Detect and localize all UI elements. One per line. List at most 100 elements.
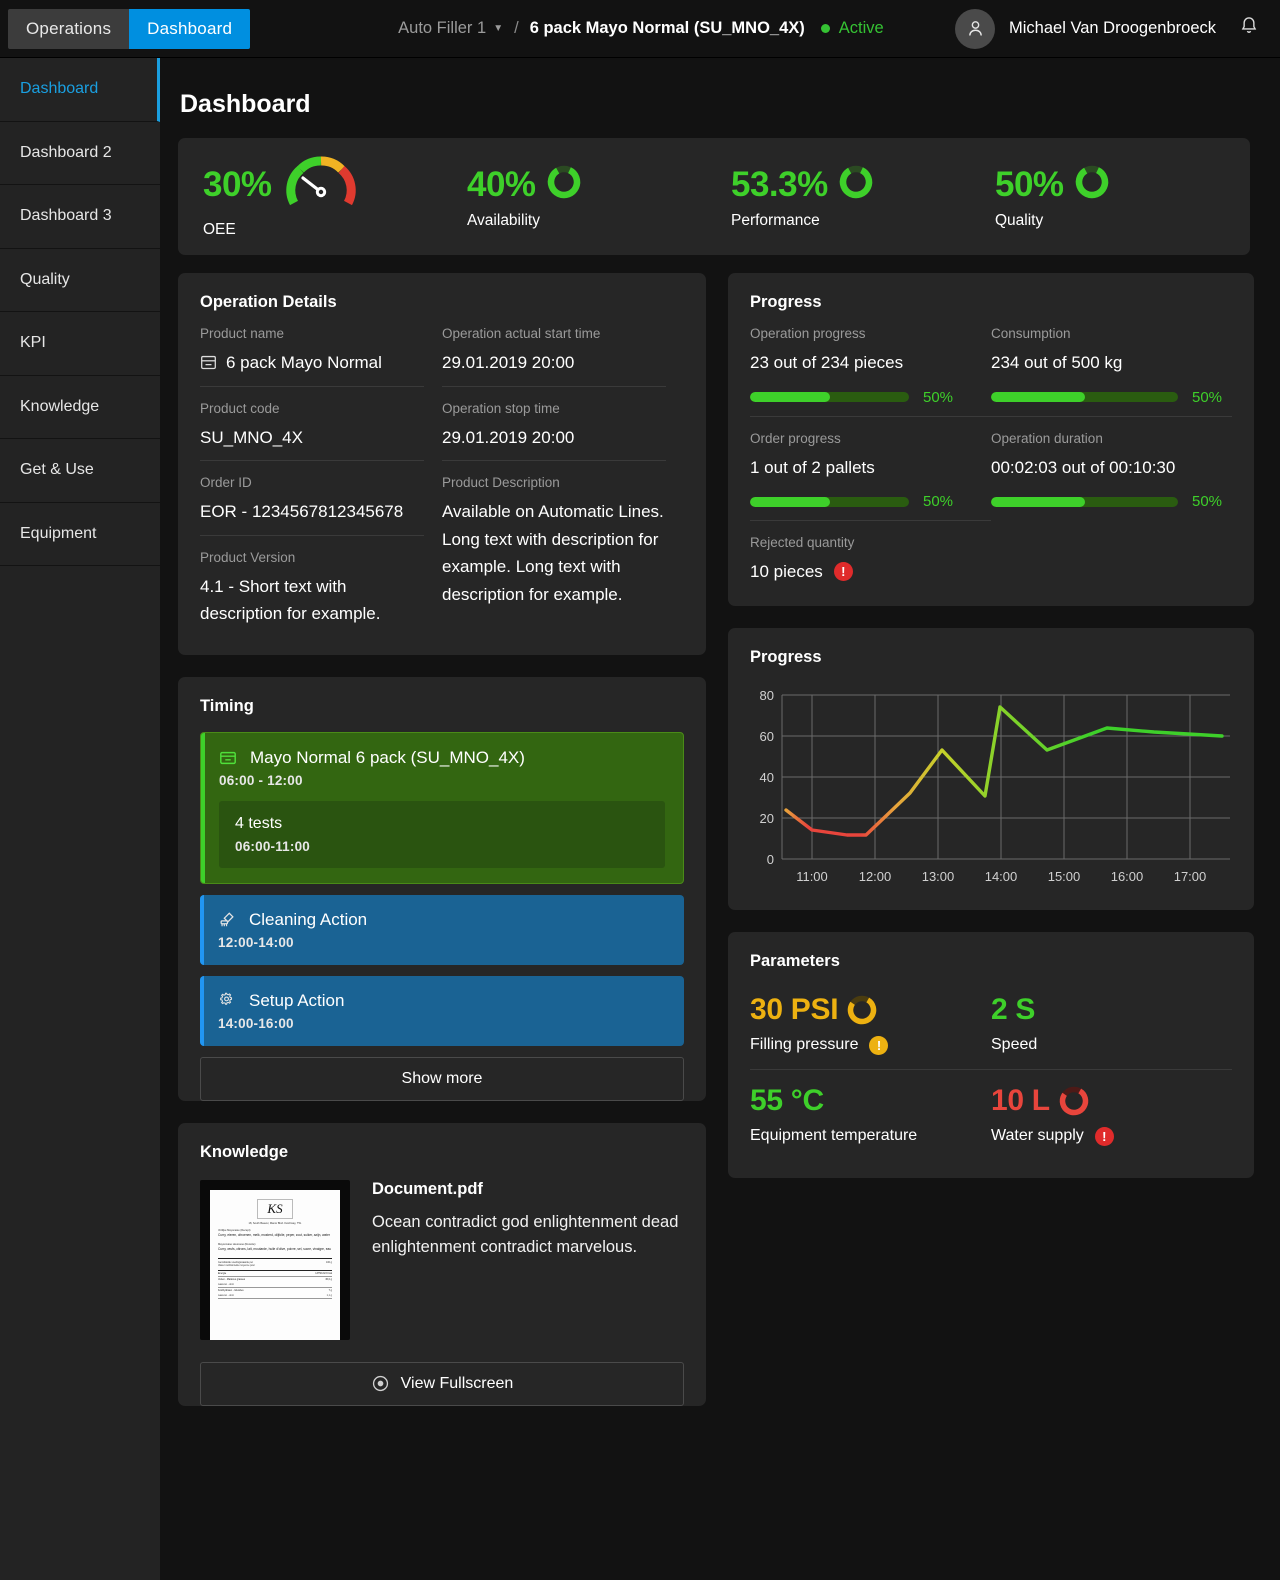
right-column: Progress Operation progress 23 out of 23…: [728, 273, 1254, 1428]
operation-details-left-column: Product name 6 pack Mayo Normal Product …: [200, 312, 442, 637]
svg-text:80: 80: [760, 688, 774, 703]
parameter-label: Equipment temperature: [750, 1126, 918, 1144]
breadcrumb: Auto Filler 1 ▼ / 6 pack Mayo Normal (SU…: [398, 19, 884, 38]
progress-label: Operation progress: [750, 326, 866, 341]
knowledge-card: Knowledge KS 18, South Beaver, Manor Blv…: [178, 1122, 706, 1406]
view-fullscreen-button[interactable]: View Fullscreen: [200, 1361, 684, 1406]
status-label: Active: [838, 19, 884, 37]
timing-entry-cleaning[interactable]: Cleaning Action 12:00-14:00: [200, 894, 684, 965]
field-value: 6 pack Mayo Normal: [200, 349, 424, 377]
field-label: Product Description: [442, 475, 560, 491]
document-thumbnail[interactable]: KS 18, South Beaver, Manor Blvd. Ketchwa…: [200, 1179, 350, 1340]
row-label: Koolhydraten - Glucides: [218, 1289, 244, 1293]
breadcrumb-product: 6 pack Mayo Normal (SU_MNO_4X): [529, 19, 805, 37]
parameter-label-row: Filling pressure !: [750, 1035, 969, 1055]
svg-text:60: 60: [760, 729, 774, 744]
svg-text:14:00: 14:00: [985, 869, 1018, 884]
progress-chart-svg: 80 60 40 20 0 11:00 12:00 13:00 14:00 15…: [760, 688, 1230, 884]
knowledge-body: KS 18, South Beaver, Manor Blvd. Ketchwa…: [178, 1162, 706, 1340]
chevron-down-icon[interactable]: ▼: [493, 23, 503, 34]
rejected-label: Rejected quantity: [750, 535, 855, 551]
kpi-performance-value: 53.3%: [731, 164, 828, 204]
gear-icon: [218, 992, 236, 1010]
timing-entry-name: Cleaning Action: [249, 909, 368, 929]
sidebar-item-equipment[interactable]: Equipment: [0, 503, 160, 566]
parameters-title: Parameters: [750, 951, 840, 970]
operation-details-right-column: Operation actual start time 29.01.2019 2…: [442, 312, 684, 637]
sidebar-item-dashboard-2[interactable]: Dashboard 2: [0, 122, 160, 185]
user-area: Michael Van Droogenbroeck: [955, 8, 1260, 49]
app-body: Dashboard Dashboard 2 Dashboard 3 Qualit…: [0, 58, 1280, 1580]
timing-entry-operation[interactable]: Mayo Normal 6 pack (SU_MNO_4X) 06:00 - 1…: [200, 731, 684, 884]
parameter-value: 55 °C: [750, 1083, 824, 1117]
field-value: 29.01.2019 20:00: [442, 427, 575, 447]
user-icon: [968, 21, 982, 36]
parameter-speed: 2 S Speed: [991, 979, 1232, 1070]
svg-text:0: 0: [767, 852, 774, 867]
sidebar-item-dashboard[interactable]: Dashboard: [0, 58, 160, 122]
progress-grid: Operation progress 23 out of 234 pieces …: [728, 312, 1254, 606]
document-address: 18, South Beaver, Manor Blvd. Ketchway, …: [248, 1221, 302, 1225]
breadcrumb-machine[interactable]: Auto Filler 1: [398, 19, 486, 38]
brush-icon: [218, 911, 236, 929]
sidebar-item-quality[interactable]: Quality: [0, 249, 160, 312]
timing-entry-time: 06:00 - 12:00: [219, 772, 303, 788]
sidebar-item-get-and-use[interactable]: Get & Use: [0, 439, 160, 503]
main-content: Dashboard 30% OEE 40% Availability 53.3%…: [160, 58, 1280, 1580]
document-description: Ocean contradict god enlightenment dead …: [372, 1212, 679, 1256]
kpi-quality-value: 50%: [995, 164, 1064, 204]
oee-gauge-icon: [283, 154, 359, 215]
timing-entry-time: 12:00-14:00: [218, 934, 294, 950]
row-label: Energie: [218, 1272, 227, 1276]
warning-badge-icon: !: [869, 1035, 889, 1055]
field-value: EOR - 1234567812345678: [200, 502, 404, 522]
segment-dashboard[interactable]: Dashboard: [129, 8, 251, 49]
progress-cell-order: Order progress 1 out of 2 pallets 50%: [750, 417, 991, 522]
document-nutrition-label: Gemiddelde voedingswaarde per Valeur nut…: [218, 1261, 255, 1268]
field-label: Product name: [200, 326, 285, 341]
progress-cell-rejected: Rejected quantity 10 pieces !: [750, 521, 1232, 606]
parameter-label-row: Water supply !: [991, 1126, 1232, 1146]
document-thumbnail-page: KS 18, South Beaver, Manor Blvd. Ketchwa…: [210, 1189, 340, 1340]
field-label: Product Version: [200, 549, 296, 565]
timing-subentry-tests[interactable]: 4 tests 06:00-11:00: [219, 800, 665, 868]
water-supply-ring-icon: [1057, 1084, 1091, 1118]
sidebar-item-dashboard-3[interactable]: Dashboard 3: [0, 185, 160, 249]
progress-cell-duration: Operation duration 00:02:03 out of 00:10…: [991, 417, 1232, 522]
timing-entry-name: Mayo Normal 6 pack (SU_MNO_4X): [250, 747, 525, 767]
kpi-availability-value: 40%: [467, 164, 536, 204]
document-nutrition-unit: 100 g: [326, 1261, 332, 1265]
kpi-quality: 50% Quality: [978, 163, 1242, 230]
timing-entry-setup[interactable]: Setup Action 14:00-16:00: [200, 975, 684, 1046]
user-name: Michael Van Droogenbroeck: [1009, 19, 1216, 37]
parameter-value: 2 S: [991, 992, 1036, 1026]
kpi-performance-label: Performance: [731, 212, 820, 229]
row-label: waarvan - dont: [218, 1294, 234, 1298]
field-product-code: Product code SU_MNO_4X: [200, 387, 424, 462]
sidebar-item-knowledge[interactable]: Knowledge: [0, 376, 160, 439]
row-value: 1,1 g: [326, 1294, 332, 1298]
field-product-version: Product Version 4.1 - Short text with de…: [200, 536, 424, 637]
error-badge-icon: !: [1094, 1126, 1114, 1146]
avatar[interactable]: [955, 8, 996, 49]
progress-card: Progress Operation progress 23 out of 23…: [728, 273, 1254, 606]
bell-icon[interactable]: [1238, 15, 1260, 42]
svg-text:20: 20: [760, 811, 774, 826]
progress-bar: [991, 496, 1178, 507]
segment-operations[interactable]: Operations: [8, 8, 130, 49]
chart-series-line: [784, 704, 1224, 837]
operation-details-card: Operation Details Product name 6 pack Ma…: [178, 273, 706, 655]
sidebar: Dashboard Dashboard 2 Dashboard 3 Qualit…: [0, 58, 160, 1580]
show-more-button[interactable]: Show more: [200, 1056, 684, 1101]
sidebar-item-kpi[interactable]: KPI: [0, 312, 160, 376]
progress-label: Order progress: [750, 430, 841, 446]
breadcrumb-separator: /: [514, 19, 519, 37]
kpi-strip: 30% OEE 40% Availability 53.3% Performan…: [178, 138, 1250, 255]
timing-entry-header: Mayo Normal 6 pack (SU_MNO_4X): [219, 748, 665, 768]
progress-cell-consumption: Consumption 234 out of 500 kg 50%: [991, 312, 1232, 417]
kpi-oee-value: 30%: [203, 164, 272, 204]
document-section2-title: Mayonnaise Heureuse (Recette):: [218, 1242, 257, 1246]
row-value: 7 g: [328, 1289, 332, 1293]
progress-bar: [750, 496, 909, 507]
kpi-availability-label: Availability: [467, 212, 540, 229]
